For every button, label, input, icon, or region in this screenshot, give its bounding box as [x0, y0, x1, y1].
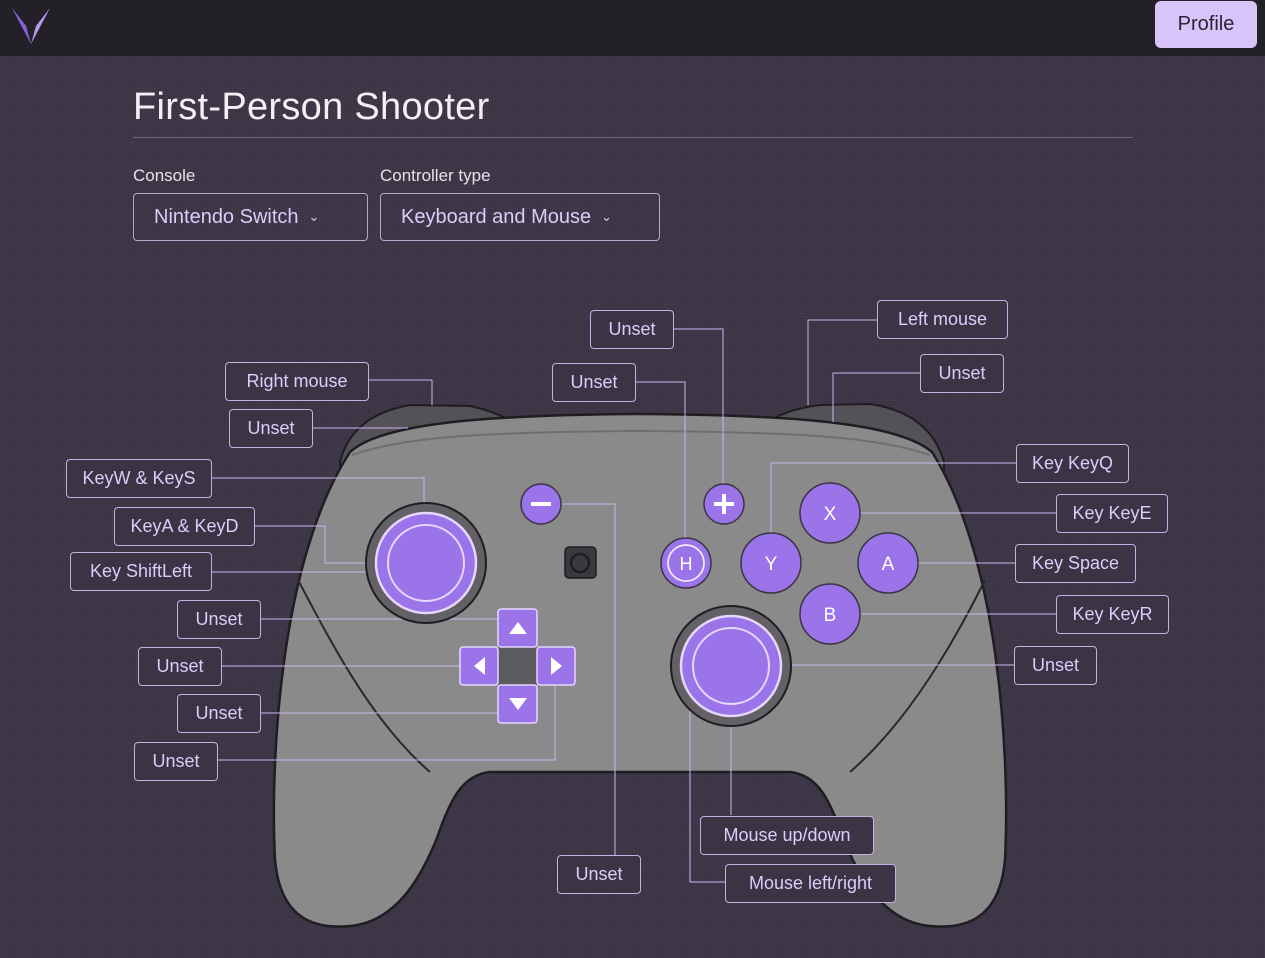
binding-dpad-down[interactable]: Unset — [177, 694, 261, 733]
binding-l[interactable]: Unset — [229, 409, 313, 448]
binding-dpad-up[interactable]: Unset — [177, 600, 261, 639]
right-stick[interactable] — [679, 614, 783, 718]
binding-b[interactable]: Key KeyR — [1056, 595, 1169, 634]
binding-x[interactable]: Key KeyE — [1056, 494, 1168, 533]
a-button-label: A — [882, 554, 895, 575]
binding-plus[interactable]: Unset — [590, 310, 674, 349]
y-button-label: Y — [765, 554, 778, 575]
binding-dpad-right[interactable]: Unset — [134, 742, 218, 781]
binding-zr[interactable]: Left mouse — [877, 300, 1008, 339]
binding-left-stick-horizontal[interactable]: KeyA & KeyD — [114, 507, 255, 546]
binding-zl[interactable]: Right mouse — [225, 362, 369, 401]
b-button-label: B — [824, 605, 837, 626]
binding-r[interactable]: Unset — [920, 354, 1004, 393]
x-button-label: X — [824, 504, 837, 525]
binding-y[interactable]: Key KeyQ — [1016, 444, 1129, 483]
binding-left-stick-press[interactable]: Key ShiftLeft — [70, 552, 212, 591]
binding-home[interactable]: Unset — [552, 363, 636, 402]
binding-minus[interactable]: Unset — [557, 855, 641, 894]
binding-a[interactable]: Key Space — [1015, 544, 1136, 583]
left-stick[interactable] — [374, 511, 478, 615]
binding-right-stick-horizontal[interactable]: Mouse left/right — [725, 864, 896, 903]
capture-button[interactable] — [564, 546, 597, 579]
binding-left-stick-vertical[interactable]: KeyW & KeyS — [66, 459, 212, 498]
binding-right-stick-press[interactable]: Unset — [1014, 646, 1097, 685]
controller-body — [272, 412, 1008, 928]
binding-dpad-left[interactable]: Unset — [138, 647, 222, 686]
minus-icon — [531, 502, 551, 506]
home-button-label: H — [680, 554, 693, 574]
binding-right-stick-vertical[interactable]: Mouse up/down — [700, 816, 874, 855]
